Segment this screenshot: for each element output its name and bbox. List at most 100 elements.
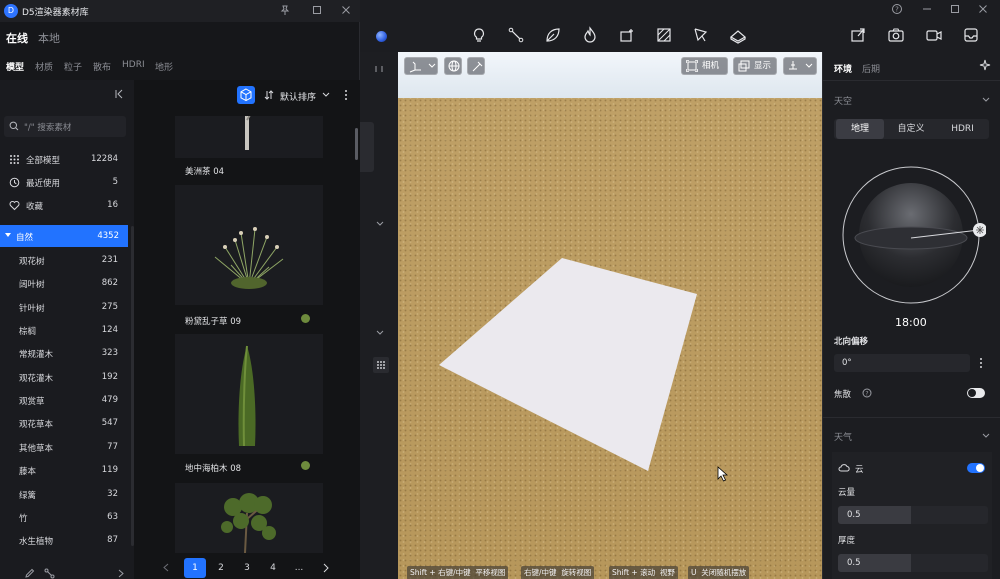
subcategory-item[interactable]: 阔叶树 862 — [0, 273, 128, 293]
path-tool-icon[interactable] — [507, 26, 525, 44]
collapse-sidebar-icon[interactable] — [113, 88, 125, 100]
chevron-down-icon[interactable] — [376, 221, 384, 227]
hint-fov: Shift + 滚动 视野 — [609, 566, 678, 579]
share-icon[interactable] — [849, 26, 867, 44]
next-page-button[interactable] — [315, 558, 337, 578]
transform-tool-button[interactable] — [404, 57, 438, 75]
sky-mode-geo[interactable]: 地理 — [836, 119, 884, 139]
collapse-arrows-icon[interactable] — [374, 64, 384, 74]
camera-frame-icon — [686, 60, 698, 72]
subcategory-item[interactable]: 其他草本 77 — [0, 437, 128, 457]
help-icon[interactable]: ? — [862, 388, 872, 398]
asset-card[interactable]: 美洲茶 04 — [175, 116, 323, 180]
edit-icon[interactable] — [24, 568, 35, 579]
sun-position-dial[interactable] — [836, 160, 986, 310]
tab-post[interactable]: 后期 — [862, 62, 880, 75]
page-ellipsis[interactable]: ... — [288, 558, 310, 578]
grid-icon — [9, 154, 20, 165]
terrain-icon[interactable] — [729, 26, 747, 44]
subcategory-item[interactable]: 绿篱 32 — [0, 484, 128, 504]
subcategory-item[interactable]: 竹 63 — [0, 507, 128, 527]
minimize-icon[interactable] — [921, 3, 933, 15]
tab-terrain[interactable]: 地形 — [155, 60, 173, 73]
person-view-button[interactable] — [783, 57, 817, 75]
tab-materials[interactable]: 材质 — [35, 60, 53, 73]
subcategory-item[interactable]: 针叶树 275 — [0, 297, 128, 317]
asset-card[interactable]: 粉黛乱子草 09 — [175, 185, 323, 330]
globe-icon[interactable] — [444, 57, 462, 75]
sparkle-icon[interactable] — [979, 59, 991, 71]
asset-thumbnail — [175, 185, 323, 305]
asset-card[interactable]: 地中海柏木 08 — [175, 334, 323, 479]
caustics-toggle[interactable] — [967, 388, 985, 398]
slider-value: 0.5 — [847, 558, 861, 568]
leaf-icon[interactable] — [544, 26, 562, 44]
subcategory-item[interactable]: 观赏草 479 — [0, 390, 128, 410]
pen-tool-icon[interactable] — [692, 26, 710, 44]
page-button-2[interactable]: 2 — [210, 558, 232, 578]
inbox-icon[interactable] — [962, 26, 980, 44]
tab-hdri[interactable]: HDRI — [122, 60, 145, 70]
subcategory-item[interactable]: 观花树 231 — [0, 250, 128, 270]
display-button[interactable]: 显示 — [733, 57, 777, 75]
eyedropper-icon[interactable] — [467, 57, 485, 75]
nav-favorites[interactable]: 收藏 16 — [4, 195, 128, 215]
asset-card[interactable] — [175, 483, 323, 553]
chevron-down-icon[interactable] — [322, 92, 330, 98]
chevron-down-icon[interactable] — [982, 97, 990, 103]
sort-dropdown[interactable]: 默认排序 — [280, 90, 316, 103]
flame-icon[interactable] — [581, 26, 599, 44]
tab-environment[interactable]: 环境 — [834, 62, 852, 75]
nav-all-models[interactable]: 全部模型 12284 — [4, 149, 128, 169]
category-nature[interactable]: 自然 4352 — [0, 225, 128, 247]
thickness-slider[interactable]: 0.5 — [838, 554, 988, 572]
chevron-down-icon[interactable] — [982, 433, 990, 439]
subcategory-item[interactable]: 藤本 119 — [0, 460, 128, 480]
white-plane-object[interactable] — [398, 52, 822, 579]
material-ball-icon[interactable] — [376, 31, 387, 42]
camera-button[interactable]: 相机 — [681, 57, 728, 75]
page-button-4[interactable]: 4 — [262, 558, 284, 578]
chevron-left-icon[interactable] — [163, 563, 169, 572]
model-view-toggle[interactable] — [237, 86, 255, 104]
page-button-3[interactable]: 3 — [236, 558, 258, 578]
nav-recent[interactable]: 最近使用 5 — [4, 172, 128, 192]
cube-add-icon[interactable] — [618, 26, 636, 44]
sky-mode-custom[interactable]: 自定义 — [887, 119, 935, 139]
tab-models[interactable]: 模型 — [6, 60, 24, 73]
close-icon[interactable] — [977, 3, 989, 15]
help-icon[interactable]: ? — [891, 3, 903, 15]
video-icon[interactable] — [925, 26, 943, 44]
link-tool-icon[interactable] — [44, 568, 55, 579]
pin-icon[interactable] — [279, 4, 291, 16]
cloud-toggle[interactable] — [967, 463, 985, 473]
chevron-right-icon[interactable] — [118, 569, 124, 578]
cloud-amount-slider[interactable]: 0.5 — [838, 506, 988, 524]
sky-mode-hdri[interactable]: HDRI — [938, 119, 987, 139]
light-bulb-icon[interactable] — [470, 26, 488, 44]
more-options-icon[interactable] — [343, 89, 349, 101]
tab-online[interactable]: 在线 — [6, 30, 28, 46]
dots-grid-icon[interactable] — [373, 357, 389, 373]
chevron-down-icon[interactable] — [376, 330, 384, 336]
camera-icon[interactable] — [887, 26, 905, 44]
tab-scatter[interactable]: 散布 — [93, 60, 111, 73]
close-icon[interactable] — [340, 4, 352, 16]
page-button-1[interactable]: 1 — [184, 558, 206, 578]
maximize-icon[interactable] — [949, 3, 961, 15]
3d-viewport[interactable]: 相机 显示 Shift + 右键/中键 平移视图 右键/中键 旋转视图 Shif… — [398, 52, 822, 579]
nav-label: 全部模型 — [26, 156, 61, 166]
more-options-icon[interactable] — [978, 357, 984, 369]
subcategory-item[interactable]: 观花草本 547 — [0, 413, 128, 433]
maximize-icon[interactable] — [311, 4, 323, 16]
north-offset-input[interactable]: 0° — [834, 354, 970, 372]
texture-icon[interactable] — [655, 26, 673, 44]
subcategory-item[interactable]: 观花灌木 192 — [0, 367, 128, 387]
subcategory-item[interactable]: 常规灌木 323 — [0, 343, 128, 363]
subcategory-item[interactable]: 水生植物 87 — [0, 530, 128, 550]
divider — [823, 417, 1000, 418]
tab-local[interactable]: 本地 — [38, 30, 60, 46]
subcategory-item[interactable]: 棕榈 124 — [0, 320, 128, 340]
grid-scrollbar[interactable] — [355, 128, 358, 160]
tab-particles[interactable]: 粒子 — [64, 60, 82, 73]
